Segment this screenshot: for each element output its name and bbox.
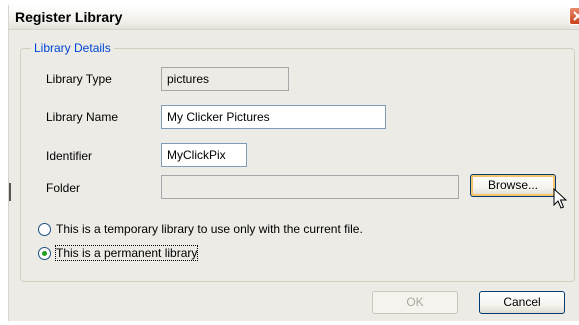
title-bar: Register Library: [9, 5, 579, 30]
permanent-radio-circle[interactable]: [38, 247, 51, 260]
cancel-button[interactable]: Cancel: [479, 291, 565, 314]
temporary-radio-circle[interactable]: [38, 223, 51, 236]
folder-field: [161, 175, 459, 199]
library-name-label: Library Name: [46, 110, 119, 124]
group-label: Library Details: [31, 41, 114, 55]
library-type-field: pictures: [161, 67, 289, 91]
window-edge-mark: [9, 183, 11, 201]
close-icon: [573, 11, 579, 21]
close-button[interactable]: [569, 7, 579, 25]
temporary-radio-label[interactable]: This is a temporary library to use only …: [56, 222, 363, 236]
permanent-radio-label[interactable]: This is a permanent library: [54, 245, 199, 261]
radio-selected-dot: [42, 251, 47, 256]
browse-button[interactable]: Browse...: [470, 174, 556, 197]
mouse-pointer-icon: [553, 188, 567, 209]
identifier-input[interactable]: MyClickPix: [161, 143, 247, 167]
register-library-dialog: Register Library Library Details Library…: [8, 5, 579, 321]
identifier-label: Identifier: [46, 149, 93, 163]
ok-button[interactable]: OK: [372, 291, 458, 314]
library-type-label: Library Type: [46, 72, 112, 86]
folder-label: Folder: [46, 181, 81, 195]
window-title: Register Library: [15, 9, 123, 25]
library-name-input[interactable]: My Clicker Pictures: [161, 105, 386, 129]
